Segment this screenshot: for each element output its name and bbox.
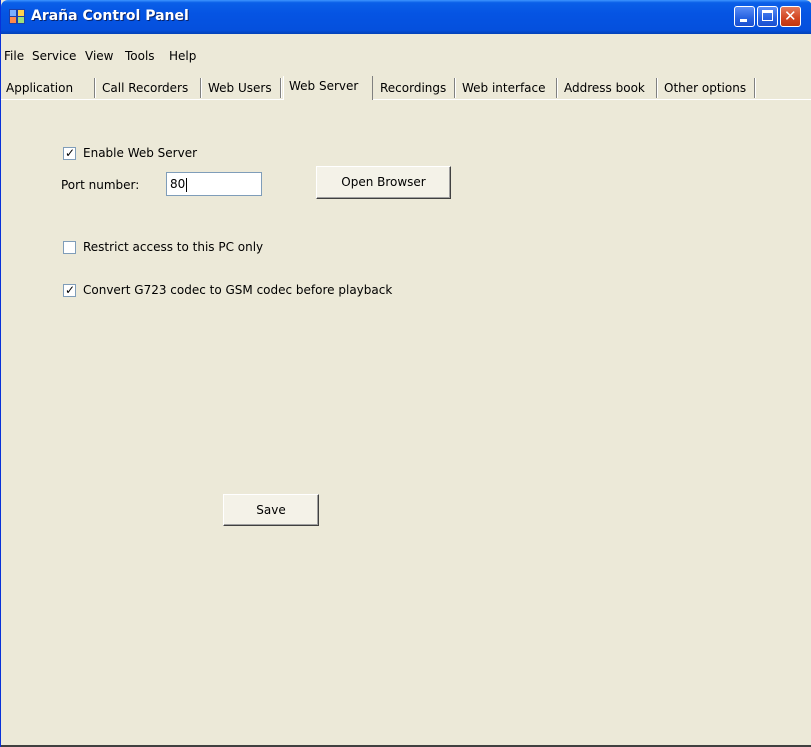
tab-other-options[interactable]: Other options [659,78,755,98]
minimize-icon [740,19,747,22]
open-browser-button[interactable]: Open Browser [316,166,451,199]
menu-help[interactable]: Help [169,49,196,63]
tab-call-recorders[interactable]: Call Recorders [97,78,201,98]
app-icon [9,9,25,24]
restrict-access-checkbox[interactable] [63,241,76,254]
tab-recordings[interactable]: Recordings [375,78,455,98]
minimize-button[interactable] [734,6,755,27]
tab-application[interactable]: Application [1,78,95,98]
app-window: Araña Control Panel ✕ File Service View … [0,0,811,747]
text-caret [186,177,188,192]
checkmark-icon: ✓ [65,283,76,297]
menu-view[interactable]: View [85,49,113,63]
close-button[interactable]: ✕ [780,6,801,27]
window-title: Araña Control Panel [31,8,189,24]
port-number-value: 80 [170,177,186,191]
tab-strip-line [1,99,811,100]
tab-address-book[interactable]: Address book [559,78,657,98]
port-number-input[interactable]: 80 [166,172,262,196]
enable-web-server-checkbox[interactable]: ✓ [63,146,76,160]
maximize-button[interactable] [757,6,778,27]
port-number-label: Port number: [61,178,140,192]
menu-service[interactable]: Service [32,49,76,63]
save-button[interactable]: Save [223,494,319,526]
enable-web-server-label: Enable Web Server [83,146,198,160]
checkmark-icon: ✓ [65,146,76,160]
menu-file[interactable]: File [4,49,24,63]
menu-bar: File Service View Tools Help [1,45,811,65]
tab-web-server[interactable]: Web Server [283,76,373,100]
convert-codec-checkbox[interactable]: ✓ [63,283,76,297]
tab-web-interface[interactable]: Web interface [457,78,557,98]
menu-tools[interactable]: Tools [125,49,155,63]
convert-codec-label: Convert G723 codec to GSM codec before p… [83,283,393,297]
tab-web-users[interactable]: Web Users [203,78,281,98]
maximize-icon [762,10,773,21]
restrict-access-label: Restrict access to this PC only [83,240,264,254]
close-icon: ✕ [784,7,797,25]
title-bar[interactable]: Araña Control Panel ✕ [1,0,811,34]
